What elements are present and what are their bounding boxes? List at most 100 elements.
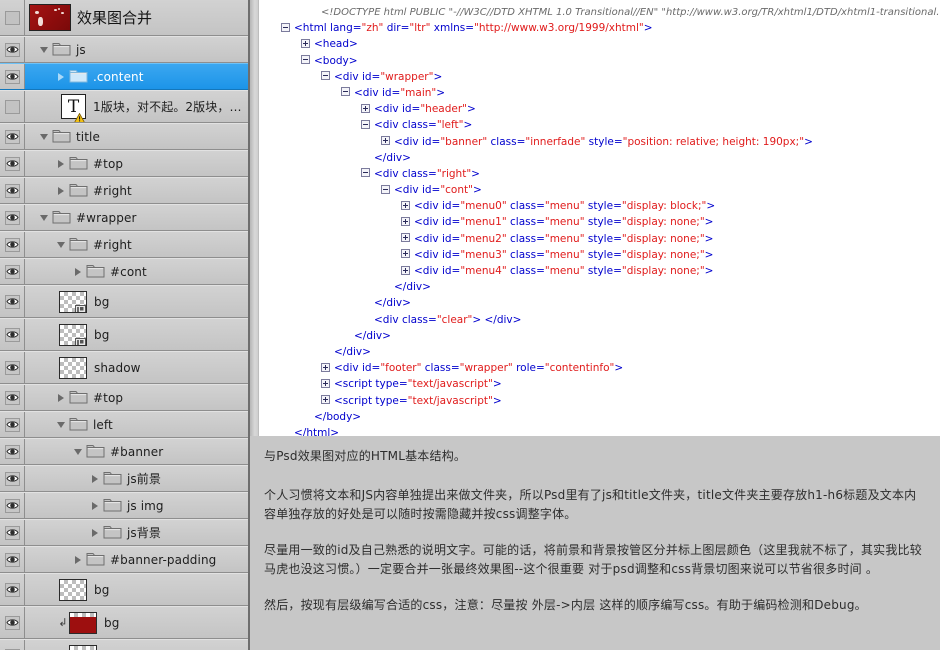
layer-row[interactable]: js img (0, 492, 248, 519)
eye-icon[interactable] (5, 265, 20, 279)
expand-node-icon[interactable] (401, 266, 410, 275)
eye-icon[interactable] (5, 328, 20, 342)
eye-icon[interactable] (5, 238, 20, 252)
layer-row[interactable]: js前景 (0, 465, 248, 492)
layer-row-body[interactable]: left (25, 412, 248, 437)
layer-row-body[interactable]: ↳bg (25, 607, 248, 638)
chevron-down-icon[interactable] (71, 449, 84, 455)
expand-node-icon[interactable] (381, 136, 390, 145)
chevron-right-icon[interactable] (54, 394, 67, 402)
layer-row-body[interactable]: #wrapper (25, 205, 248, 230)
layer-row[interactable]: bg (0, 573, 248, 606)
layer-row[interactable]: #banner (0, 438, 248, 465)
chevron-right-icon[interactable] (88, 502, 101, 510)
layer-row[interactable]: left (0, 411, 248, 438)
layer-row-body[interactable]: #right (25, 232, 248, 257)
layer-row-body[interactable]: js img (25, 493, 248, 518)
layer-row[interactable]: #right (0, 177, 248, 204)
layer-row-body[interactable]: ↳body (25, 640, 248, 650)
layer-row[interactable]: ↳body (0, 639, 248, 650)
layer-row[interactable]: ↳bg (0, 606, 248, 639)
layer-row[interactable]: js背景 (0, 519, 248, 546)
collapse-node-icon[interactable] (381, 185, 390, 194)
eye-icon[interactable] (5, 130, 20, 144)
chevron-down-icon[interactable] (37, 134, 50, 140)
eye-icon[interactable] (5, 418, 20, 432)
layers-panel[interactable]: 效果图合并 js.contentT1版块，对不起。2版块，…title#top#… (0, 0, 250, 650)
layer-row[interactable]: #cont (0, 258, 248, 285)
eye-icon[interactable] (5, 616, 20, 630)
collapse-node-icon[interactable] (361, 120, 370, 129)
layer-row[interactable]: title (0, 123, 248, 150)
code-lines[interactable]: <!DOCTYPE html PUBLIC "-//W3C//DTD XHTML… (259, 0, 940, 436)
eye-icon[interactable] (5, 211, 20, 225)
collapse-node-icon[interactable] (301, 55, 310, 64)
expand-node-icon[interactable] (301, 39, 310, 48)
layer-row-body[interactable]: T1版块，对不起。2版块，… (25, 91, 248, 122)
chevron-right-icon[interactable] (88, 529, 101, 537)
layer-row-body[interactable]: bg (25, 574, 248, 605)
layer-row[interactable]: #top (0, 384, 248, 411)
eye-icon[interactable] (5, 361, 20, 375)
layer-row-body[interactable]: #cont (25, 259, 248, 284)
expand-node-icon[interactable] (401, 233, 410, 242)
layer-row[interactable]: bg (0, 285, 248, 318)
layer-row-body[interactable]: .content (25, 64, 248, 89)
expand-node-icon[interactable] (321, 395, 330, 404)
eye-toggle-empty[interactable] (5, 11, 20, 25)
eye-icon[interactable] (5, 43, 20, 57)
document-title-row[interactable]: 效果图合并 (0, 0, 248, 36)
layer-row-body[interactable]: shadow (25, 352, 248, 383)
layer-row[interactable]: T1版块，对不起。2版块，… (0, 90, 248, 123)
layer-row[interactable]: js (0, 36, 248, 63)
expand-node-icon[interactable] (401, 249, 410, 258)
layer-row[interactable]: .content (0, 63, 248, 90)
layer-row-body[interactable]: bg (25, 286, 248, 317)
eye-icon[interactable] (5, 70, 20, 84)
eye-icon[interactable] (5, 445, 20, 459)
chevron-right-icon[interactable] (71, 268, 84, 276)
layer-row-body[interactable]: title (25, 124, 248, 149)
eye-icon[interactable] (5, 295, 20, 309)
layer-row[interactable]: #banner-padding (0, 546, 248, 573)
layer-row-body[interactable]: #top (25, 151, 248, 176)
chevron-down-icon[interactable] (54, 242, 67, 248)
eye-icon[interactable] (5, 391, 20, 405)
eye-icon[interactable] (5, 472, 20, 486)
layer-list[interactable]: js.contentT1版块，对不起。2版块，…title#top#right#… (0, 36, 248, 650)
expand-node-icon[interactable] (401, 201, 410, 210)
layer-row-body[interactable]: #banner (25, 439, 248, 464)
expand-node-icon[interactable] (401, 217, 410, 226)
eye-icon[interactable] (5, 499, 20, 513)
eye-icon[interactable] (5, 553, 20, 567)
chevron-down-icon[interactable] (37, 215, 50, 221)
expand-node-icon[interactable] (361, 104, 370, 113)
layer-row-body[interactable]: #banner-padding (25, 547, 248, 572)
chevron-right-icon[interactable] (71, 556, 84, 564)
layer-row-body[interactable]: #right (25, 178, 248, 203)
collapse-node-icon[interactable] (361, 168, 370, 177)
eye-toggle-empty[interactable] (5, 100, 20, 114)
layer-row[interactable]: bg (0, 318, 248, 351)
collapse-node-icon[interactable] (321, 71, 330, 80)
html-code-viewer[interactable]: <!DOCTYPE html PUBLIC "-//W3C//DTD XHTML… (250, 0, 940, 436)
layer-row[interactable]: #wrapper (0, 204, 248, 231)
layer-row-body[interactable]: bg (25, 319, 248, 350)
layer-row[interactable]: shadow (0, 351, 248, 384)
chevron-right-icon[interactable] (54, 73, 67, 81)
layer-row[interactable]: #top (0, 150, 248, 177)
chevron-down-icon[interactable] (37, 47, 50, 53)
layer-row-body[interactable]: #top (25, 385, 248, 410)
expand-node-icon[interactable] (321, 379, 330, 388)
layer-row-body[interactable]: js前景 (25, 466, 248, 491)
chevron-right-icon[interactable] (54, 160, 67, 168)
eye-icon[interactable] (5, 583, 20, 597)
collapse-node-icon[interactable] (281, 23, 290, 32)
layer-row-body[interactable]: js背景 (25, 520, 248, 545)
layer-row-body[interactable]: js (25, 37, 248, 62)
layer-row[interactable]: #right (0, 231, 248, 258)
chevron-down-icon[interactable] (54, 422, 67, 428)
collapse-node-icon[interactable] (341, 87, 350, 96)
chevron-right-icon[interactable] (88, 475, 101, 483)
eye-icon[interactable] (5, 157, 20, 171)
